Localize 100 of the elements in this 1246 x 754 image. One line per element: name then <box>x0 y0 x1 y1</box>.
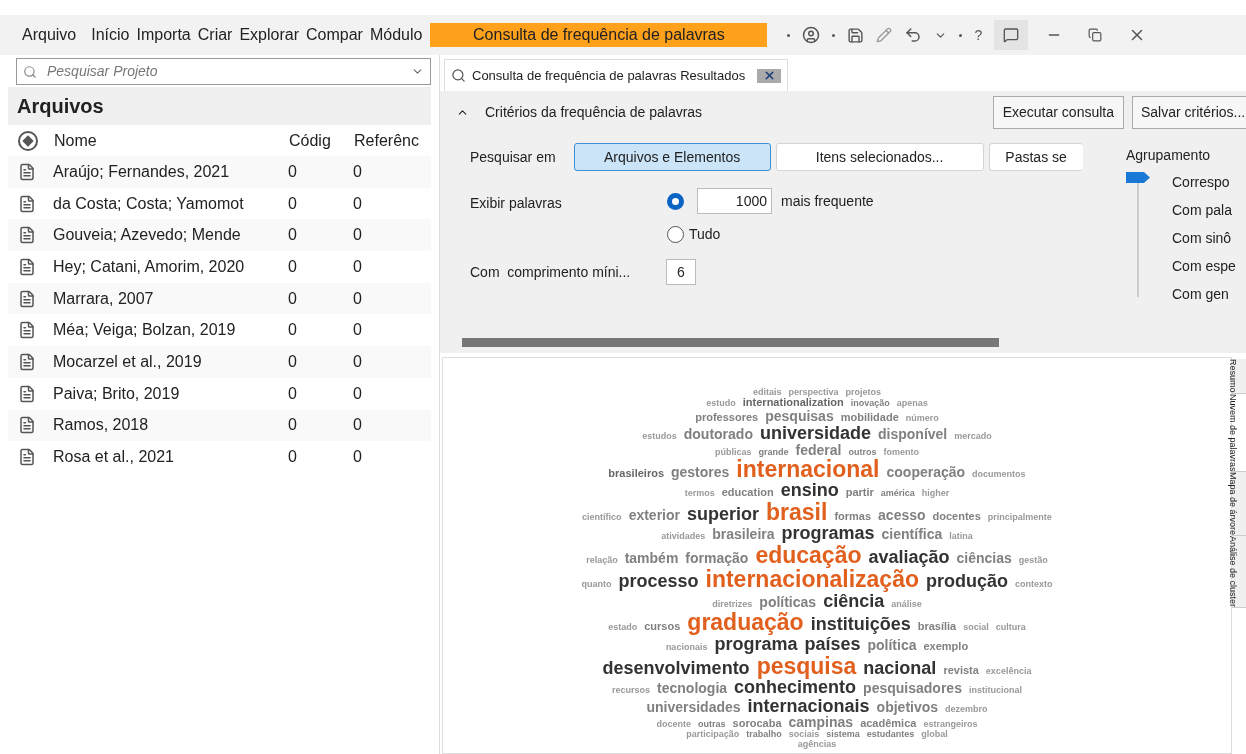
undo-icon[interactable] <box>904 26 923 44</box>
menu-item[interactable]: Compar <box>306 23 363 47</box>
search-field[interactable]: Pesquisar Projeto <box>47 61 401 82</box>
scope-option-button[interactable]: Pastas se <box>988 143 1083 171</box>
cloud-word: desenvolvimento <box>602 658 750 678</box>
restore-icon[interactable] <box>1088 28 1103 42</box>
scope-option-button[interactable]: Arquivos e Elementos <box>573 143 771 171</box>
menu-item[interactable]: Criar <box>197 23 233 47</box>
file-row[interactable]: Araújo; Fernandes, 2021 0 0 <box>8 156 431 188</box>
menu-item[interactable]: Módulo <box>369 23 423 47</box>
cloud-word: educação <box>755 543 862 568</box>
cloud-word: brasil <box>766 500 828 525</box>
table-cell-text: 0 <box>288 256 298 277</box>
grouping-option[interactable]: Correspo <box>1172 172 1244 190</box>
slider-thumb[interactable] <box>1126 172 1150 183</box>
grouping-option[interactable]: Com sinô <box>1172 228 1244 246</box>
cloud-word: estudantes <box>866 730 915 740</box>
help-button[interactable]: ? <box>974 24 983 46</box>
file-name: Marrara, 2007 <box>53 288 155 309</box>
cloud-word: docentes <box>932 511 981 523</box>
radio-button[interactable] <box>667 226 684 243</box>
view-tab[interactable]: Análise de cluster <box>1232 536 1246 609</box>
cloud-word: gestão <box>1018 556 1048 566</box>
cloud-word: formação <box>685 551 749 566</box>
table-cell-text: 0 <box>288 415 298 436</box>
grouping-option[interactable]: Com espe <box>1172 256 1244 274</box>
context-tab[interactable]: Consulta de frequência de palavras <box>430 23 768 47</box>
column-header[interactable]: Nome <box>54 128 289 153</box>
cloud-word: documentos <box>972 470 1026 480</box>
search-box[interactable]: Pesquisar Projeto <box>16 58 431 85</box>
grouping-option[interactable]: Com gen <box>1172 284 1244 302</box>
cloud-word: relação <box>586 556 618 566</box>
file-row[interactable]: Ramos, 2018 0 0 <box>8 409 431 442</box>
account-icon[interactable] <box>802 26 821 44</box>
radio-button[interactable] <box>667 192 684 210</box>
horizontal-scrollbar[interactable] <box>462 337 999 347</box>
magnifier-icon <box>451 68 466 83</box>
menu-item[interactable]: Início <box>91 23 130 47</box>
file-name: Gouveia; Azevedo; Mende <box>53 225 242 246</box>
cloud-word: apenas <box>896 399 928 409</box>
cloud-word: conhecimento <box>734 677 857 697</box>
column-header[interactable]: Referênc <box>354 128 419 153</box>
run-query-button[interactable]: Executar consulta <box>992 95 1124 129</box>
table-cell-text: 0 <box>353 256 362 277</box>
cloud-word: política <box>867 637 917 653</box>
close-tab-button[interactable] <box>757 68 782 83</box>
search-icon <box>23 64 37 79</box>
min-length-field[interactable]: 6 <box>666 259 696 285</box>
cloud-word: exterior <box>628 508 680 523</box>
cloud-word: américa <box>880 489 915 499</box>
cloud-word: instituições <box>810 615 911 635</box>
table-cell-text: 0 <box>288 193 298 214</box>
file-name: Rosa et al., 2021 <box>53 447 175 468</box>
document-tab[interactable]: Consulta de frequência de palavras Resultados <box>444 59 789 91</box>
cloud-word: ensino <box>780 481 839 501</box>
cloud-word: partir <box>845 487 874 499</box>
cloud-word: mercado <box>954 431 992 442</box>
table-cell-text: 0 <box>353 161 362 182</box>
cloud-word: cursos <box>644 621 681 634</box>
cloud-word: internacionalização <box>705 567 919 592</box>
cloud-word: pesquisa <box>756 653 857 678</box>
table-cell-text: 0 <box>288 161 298 182</box>
cloud-word: internacionais <box>747 696 870 716</box>
grouping-option[interactable]: Com pala <box>1172 200 1244 218</box>
cloud-word: higher <box>921 489 950 499</box>
cloud-word: sociais <box>788 730 820 740</box>
close-icon[interactable] <box>762 69 776 82</box>
menu-item[interactable]: Arquivo <box>14 23 85 47</box>
file-row[interactable]: Gouveia; Azevedo; Mende 0 0 <box>8 219 431 252</box>
file-row[interactable]: Mocarzel et al., 2019 0 0 <box>8 346 431 378</box>
menu-item[interactable]: Importa <box>136 23 191 47</box>
cloud-word: federal <box>795 442 842 458</box>
cloud-word: revista <box>943 664 979 677</box>
add-column-icon[interactable] <box>18 130 38 151</box>
save-criteria-button[interactable]: Salvar critérios... <box>1132 95 1246 129</box>
cloud-word: superior <box>687 505 759 525</box>
cloud-word: objetivos <box>876 699 939 715</box>
file-row[interactable]: Marrara, 2007 0 0 <box>8 282 431 315</box>
cloud-word: mobilidade <box>840 412 899 424</box>
grouping-label: Agrupamento <box>1126 146 1212 165</box>
table-cell-text: 0 <box>353 320 362 341</box>
column-header[interactable]: Códig <box>289 128 354 153</box>
cloud-word: cultura <box>995 623 1026 633</box>
cloud-word: latina <box>949 532 973 542</box>
scope-option-button[interactable]: Itens selecionados... <box>775 143 984 171</box>
cloud-word: nacional <box>863 658 937 678</box>
count-field[interactable]: 1000 <box>697 188 772 214</box>
cloud-word: graduação <box>687 610 804 635</box>
cloud-word: sorocaba <box>732 718 782 730</box>
file-name: Ramos, 2018 <box>53 415 150 436</box>
cloud-word: exemplo <box>923 640 969 653</box>
table-cell-text: 0 <box>288 351 298 372</box>
comment-button[interactable] <box>994 20 1029 50</box>
cloud-word: brasília <box>917 621 957 634</box>
grouping-slider-track[interactable] <box>1126 172 1150 297</box>
cloud-word: global <box>921 730 948 740</box>
save-icon[interactable] <box>847 26 865 44</box>
cloud-word: acadêmica <box>860 718 917 730</box>
menu-item[interactable]: Explorar <box>239 23 299 47</box>
view-tab[interactable]: Resumo <box>1232 359 1246 394</box>
